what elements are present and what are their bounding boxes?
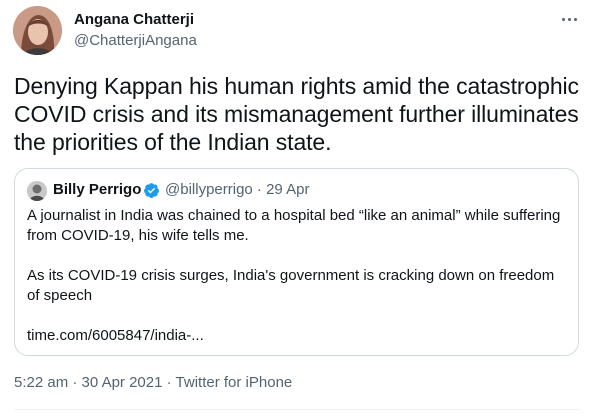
author-name[interactable]: Angana Chatterji <box>74 11 194 28</box>
quote-author-name: Billy Perrigo <box>53 181 142 198</box>
tweet-timestamp: 5:22 am · 30 Apr 2021 · Twitter for iPho… <box>14 374 292 391</box>
timestamp-separator: · <box>166 374 172 391</box>
quote-text: A journalist in India was chained to a h… <box>27 206 567 346</box>
avatar-photo-icon <box>13 6 62 55</box>
quote-link[interactable]: time.com/6005847/india-... <box>27 326 567 346</box>
more-options-button[interactable] <box>556 8 582 30</box>
verified-badge-icon <box>144 183 159 198</box>
quote-author-avatar <box>27 181 47 201</box>
author-avatar[interactable] <box>13 6 62 55</box>
quote-tweet-card[interactable]: Billy Perrigo @billyperrigo · 29 Apr A j… <box>14 168 579 356</box>
tweet-source[interactable]: Twitter for iPhone <box>176 374 293 391</box>
divider <box>14 409 579 410</box>
tweet-text: Denying Kappan his human rights amid the… <box>14 73 579 155</box>
quote-paragraph: As its COVID-19 crisis surges, India's g… <box>27 267 555 304</box>
tweet-date[interactable]: 30 Apr 2021 <box>82 374 163 391</box>
tweet-time[interactable]: 5:22 am <box>14 374 68 391</box>
more-horizontal-icon <box>561 17 565 21</box>
more-dot <box>567 17 571 21</box>
quote-paragraph: A journalist in India was chained to a h… <box>27 207 561 244</box>
author-handle[interactable]: @ChatterjiAngana <box>74 32 197 49</box>
tweet: Angana Chatterji @ChatterjiAngana Denyin… <box>0 0 592 419</box>
quote-avatar-photo-icon <box>27 181 47 201</box>
timestamp-separator: · <box>72 374 78 391</box>
quote-author-meta: @billyperrigo · 29 Apr <box>165 181 310 198</box>
more-dot <box>573 17 577 21</box>
